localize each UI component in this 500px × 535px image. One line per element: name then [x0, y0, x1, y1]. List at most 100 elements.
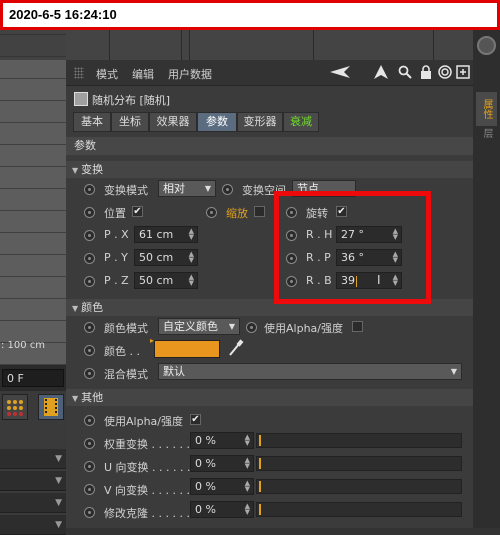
tab-basic[interactable]: 基本	[73, 112, 111, 132]
slider-handle[interactable]	[259, 504, 261, 515]
spinner-icon[interactable]: ▲ ▼	[245, 503, 250, 516]
color-label: 颜色 . .	[104, 345, 140, 358]
tab-deformer[interactable]: 变形器	[237, 112, 283, 132]
object-manager-area	[66, 30, 473, 60]
tab-layers[interactable]: 层	[476, 128, 497, 146]
anim-radio[interactable]	[84, 253, 95, 264]
tab-parameters[interactable]: 参数	[197, 112, 237, 132]
anim-radio[interactable]	[84, 415, 95, 426]
section-transform[interactable]: ▼ 变换	[66, 161, 473, 178]
transform-mode-dropdown[interactable]: 相对 ▼	[158, 180, 216, 197]
left-row-4[interactable]: ▼	[0, 515, 66, 535]
scale-label: 缩放	[226, 207, 248, 220]
pz-value: 50 cm	[139, 274, 174, 287]
left-row-2[interactable]: ▼	[0, 471, 66, 491]
anim-radio[interactable]	[84, 507, 95, 518]
left-row-1[interactable]: ▼	[0, 449, 66, 469]
tab-effector[interactable]: 效果器	[149, 112, 197, 132]
other-alpha-checkbox[interactable]: ✔	[190, 414, 201, 425]
other-alpha-label: 使用Alpha/强度	[104, 415, 183, 428]
section-transform-label: 变换	[81, 163, 104, 176]
u-slider[interactable]	[256, 456, 462, 471]
chevron-down-icon: ▼	[55, 476, 62, 486]
search-icon[interactable]	[398, 65, 412, 83]
position-checkbox[interactable]: ✔	[132, 206, 143, 217]
v-label: V 向变换 . . . . . .	[104, 484, 190, 497]
spinner-icon[interactable]: ▲ ▼	[189, 251, 194, 264]
tab-falloff[interactable]: 衰减	[283, 112, 319, 132]
anim-radio[interactable]	[222, 184, 233, 195]
spinner-icon[interactable]: ▲ ▼	[245, 480, 250, 493]
anim-radio[interactable]	[84, 368, 95, 379]
clone-slider[interactable]	[256, 502, 462, 517]
scale-checkbox[interactable]	[254, 206, 265, 217]
weight-field[interactable]: 0 % ▲ ▼	[190, 432, 254, 449]
menu-mode[interactable]: 模式	[96, 66, 118, 82]
anim-radio[interactable]	[206, 207, 217, 218]
use-alpha-checkbox[interactable]	[352, 321, 363, 332]
slider-handle[interactable]	[259, 481, 261, 492]
tab-coord[interactable]: 坐标	[111, 112, 149, 132]
anim-radio[interactable]	[84, 438, 95, 449]
px-field[interactable]: 61 cm ▲ ▼	[134, 226, 198, 243]
expand-triangle-icon: ▼	[72, 304, 79, 313]
viewport[interactable]	[0, 30, 66, 365]
scroll-knob-icon[interactable]	[477, 36, 496, 55]
transform-mode-label: 变换模式	[104, 184, 148, 197]
anim-radio[interactable]	[84, 345, 95, 356]
grip-icon[interactable]	[74, 67, 84, 79]
blend-mode-value: 默认	[163, 365, 185, 378]
left-row-3[interactable]: ▼	[0, 493, 66, 513]
spinner-icon[interactable]: ▲ ▼	[189, 274, 194, 287]
v-field[interactable]: 0 % ▲ ▼	[190, 478, 254, 495]
anim-radio[interactable]	[84, 230, 95, 241]
clone-value: 0 %	[195, 503, 216, 516]
add-icon[interactable]	[456, 65, 470, 83]
pz-field[interactable]: 50 cm ▲ ▼	[134, 272, 198, 289]
tab-attributes[interactable]: 属性	[476, 92, 497, 126]
grid-distance-label: : 100 cm	[1, 340, 46, 351]
render-icon[interactable]	[2, 394, 28, 420]
film-icon[interactable]	[38, 394, 64, 420]
anim-radio[interactable]	[84, 484, 95, 495]
anim-radio[interactable]	[84, 276, 95, 287]
u-field[interactable]: 0 % ▲ ▼	[190, 455, 254, 472]
v-value: 0 %	[195, 480, 216, 493]
blend-mode-dropdown[interactable]: 默认 ▼	[158, 363, 462, 380]
eyedropper-icon[interactable]	[228, 339, 244, 360]
px-value: 61 cm	[139, 228, 174, 241]
py-field[interactable]: 50 cm ▲ ▼	[134, 249, 198, 266]
spinner-icon[interactable]: ▲ ▼	[245, 457, 250, 470]
anim-radio[interactable]	[84, 207, 95, 218]
anim-radio[interactable]	[84, 461, 95, 472]
color-swatch[interactable]	[154, 340, 220, 358]
slider-handle[interactable]	[259, 435, 261, 446]
py-value: 50 cm	[139, 251, 174, 264]
up-arrow-icon[interactable]	[374, 65, 388, 83]
attributes-menubar: 模式 编辑 用户数据	[66, 60, 473, 86]
current-frame-field[interactable]: 0 F	[2, 369, 64, 387]
section-other[interactable]: ▼ 其他	[66, 389, 473, 406]
color-mode-value: 自定义颜色	[163, 320, 218, 333]
weight-slider[interactable]	[256, 433, 462, 448]
color-mode-dropdown[interactable]: 自定义颜色 ▼	[158, 318, 240, 335]
chevron-down-icon: ▼	[55, 454, 62, 464]
spinner-icon[interactable]: ▲ ▼	[245, 434, 250, 447]
clone-field[interactable]: 0 % ▲ ▼	[190, 501, 254, 518]
position-label: 位置	[104, 207, 126, 220]
lock-icon[interactable]	[420, 65, 432, 84]
anim-radio[interactable]	[246, 322, 257, 333]
slider-handle[interactable]	[259, 458, 261, 469]
timestamp-text: 2020-6-5 16:24:10	[9, 7, 117, 22]
parameters-header: 参数	[66, 137, 473, 155]
chevron-down-icon: ▼	[55, 498, 62, 508]
clone-label: 修改克隆 . . . . . .	[104, 507, 190, 520]
menu-user-data[interactable]: 用户数据	[168, 66, 212, 82]
anim-radio[interactable]	[84, 322, 95, 333]
anim-radio[interactable]	[84, 184, 95, 195]
back-arrow-icon[interactable]	[330, 65, 350, 83]
target-icon[interactable]	[438, 65, 452, 83]
spinner-icon[interactable]: ▲ ▼	[189, 228, 194, 241]
menu-edit[interactable]: 编辑	[132, 66, 154, 82]
v-slider[interactable]	[256, 479, 462, 494]
